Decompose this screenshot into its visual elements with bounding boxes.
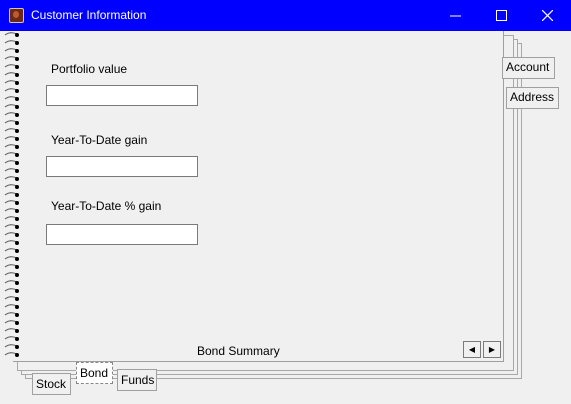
title-bar[interactable]: Customer Information (0, 0, 571, 31)
notebook-page (13, 31, 504, 362)
customer-information-window: Customer Information Portfolio value Yea… (0, 0, 571, 404)
tab-funds[interactable]: Funds (117, 369, 157, 391)
arrow-right-icon: ▶ (488, 345, 496, 354)
close-icon (541, 10, 553, 21)
window-title: Customer Information (31, 8, 147, 22)
tab-bond[interactable]: Bond (76, 362, 113, 384)
previous-page-button[interactable]: ◀ (463, 341, 481, 358)
minimize-icon (449, 15, 461, 17)
bond-summary-label: Bond Summary (197, 344, 280, 358)
arrow-left-icon: ◀ (468, 345, 476, 354)
portfolio-value-input[interactable] (46, 85, 198, 106)
close-button[interactable] (524, 0, 570, 31)
ytd-gain-label: Year-To-Date gain (51, 133, 148, 147)
portfolio-value-label: Portfolio value (51, 62, 128, 76)
next-page-button[interactable]: ▶ (483, 341, 501, 358)
spiral-binding-icon (4, 32, 19, 357)
ytd-gain-input[interactable] (46, 156, 198, 177)
tab-stock[interactable]: Stock (32, 373, 71, 395)
tab-address[interactable]: Address (506, 87, 559, 109)
ytd-percent-gain-label: Year-To-Date % gain (51, 199, 162, 213)
minimize-button[interactable] (432, 0, 478, 31)
app-icon (9, 8, 24, 23)
maximize-icon (495, 10, 507, 21)
maximize-button[interactable] (478, 0, 524, 31)
tab-account[interactable]: Account (502, 57, 555, 79)
ytd-percent-gain-input[interactable] (46, 224, 198, 245)
